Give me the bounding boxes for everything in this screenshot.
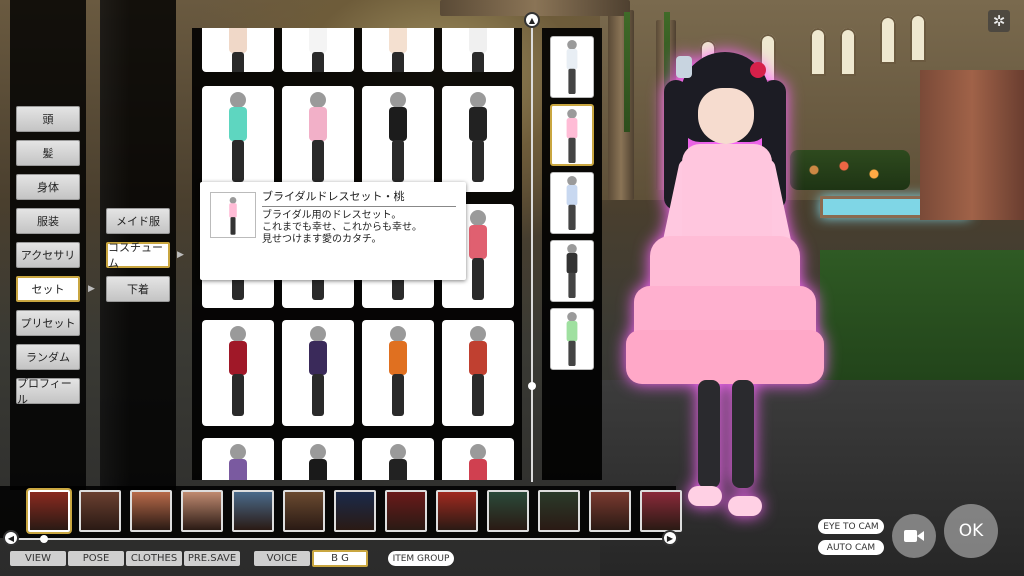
background-thumbnail[interactable] bbox=[130, 490, 172, 532]
background-thumbnail[interactable] bbox=[283, 490, 325, 532]
subcategory-arrow-icon: ▶ bbox=[177, 250, 184, 260]
bg-scrollbar-thumb[interactable] bbox=[40, 535, 48, 543]
item-tooltip: ブライダルドレスセット・桃 ブライダル用のドレスセット。 これまでも幸せ、これか… bbox=[200, 182, 466, 280]
costume-item[interactable] bbox=[282, 438, 354, 480]
grid-scrollbar-thumb[interactable] bbox=[528, 382, 536, 390]
costume-item[interactable] bbox=[442, 320, 514, 426]
grid-scrollbar-track[interactable] bbox=[531, 22, 533, 482]
costume-item[interactable] bbox=[362, 28, 434, 72]
tooltip-line: これまでも幸せ、これからも幸せ。 bbox=[262, 222, 422, 233]
tab-voice[interactable]: VOICE bbox=[254, 551, 310, 566]
costume-item[interactable] bbox=[202, 438, 274, 480]
tooltip-description: ブライダル用のドレスセット。 これまでも幸せ、これからも幸せ。 見せつけます愛の… bbox=[262, 210, 462, 246]
background-thumbnail[interactable] bbox=[487, 490, 529, 532]
color-variant[interactable] bbox=[550, 104, 594, 166]
auto-cam-button[interactable]: AUTO CAM bbox=[818, 540, 884, 555]
chevron-up-icon[interactable]: ▲ bbox=[524, 12, 540, 28]
costume-item[interactable] bbox=[202, 28, 274, 72]
tooltip-thumbnail bbox=[210, 192, 256, 238]
character-leg-left bbox=[698, 380, 720, 488]
dress-skirt-tier bbox=[626, 330, 824, 384]
color-variant[interactable] bbox=[550, 240, 594, 302]
eye-to-cam-button[interactable]: EYE TO CAM bbox=[818, 519, 884, 534]
category-button[interactable]: 身体 bbox=[16, 174, 80, 200]
ok-button[interactable]: OK bbox=[944, 504, 998, 558]
color-variant-list[interactable] bbox=[542, 28, 602, 480]
category-button[interactable]: セット bbox=[16, 276, 80, 302]
costume-item[interactable] bbox=[362, 320, 434, 426]
background-thumbnail[interactable] bbox=[28, 490, 70, 532]
category-button[interactable]: ランダム bbox=[16, 344, 80, 370]
character-shoe-right bbox=[728, 496, 762, 516]
background-thumbnail[interactable] bbox=[232, 490, 274, 532]
arched-window bbox=[910, 14, 926, 62]
background-thumbnail[interactable] bbox=[334, 490, 376, 532]
character-model[interactable] bbox=[620, 40, 824, 520]
color-variant[interactable] bbox=[550, 308, 594, 370]
arched-window bbox=[840, 28, 856, 76]
category-button[interactable]: アクセサリ bbox=[16, 242, 80, 268]
tab-pose[interactable]: POSE bbox=[68, 551, 124, 566]
background-thumbnail[interactable] bbox=[385, 490, 427, 532]
tab-pre-save[interactable]: PRE.SAVE bbox=[184, 551, 240, 566]
tab-clothes[interactable]: CLOTHES bbox=[126, 551, 182, 566]
hair-ribbon bbox=[676, 56, 692, 78]
category-button[interactable]: プロフィール bbox=[16, 377, 80, 406]
subcategory-button[interactable]: 下着 bbox=[106, 276, 170, 302]
costume-item[interactable] bbox=[282, 28, 354, 72]
fountain-wall bbox=[920, 70, 1024, 220]
color-variant[interactable] bbox=[550, 36, 594, 98]
bg-scrollbar-track[interactable] bbox=[10, 538, 670, 540]
tooltip-line: ブライダル用のドレスセット。 bbox=[262, 210, 402, 221]
chevron-left-icon[interactable]: ◀ bbox=[3, 530, 19, 546]
tooltip-title: ブライダルドレスセット・桃 bbox=[262, 190, 405, 203]
background-thumbnail[interactable] bbox=[181, 490, 223, 532]
background-thumbnail[interactable] bbox=[538, 490, 580, 532]
costume-item[interactable] bbox=[442, 28, 514, 72]
character-shoe-left bbox=[688, 486, 722, 506]
character-face bbox=[698, 88, 754, 144]
category-button[interactable]: 髪 bbox=[16, 140, 80, 166]
hair-rose bbox=[750, 62, 766, 78]
chevron-right-icon[interactable]: ▶ bbox=[662, 530, 678, 546]
background-thumbnail[interactable] bbox=[640, 490, 682, 532]
category-button[interactable]: プリセット bbox=[16, 310, 80, 336]
subcategory-button[interactable]: メイド服 bbox=[106, 208, 170, 234]
tab-bg[interactable]: B G bbox=[312, 550, 368, 567]
tooltip-divider bbox=[262, 206, 456, 207]
costume-item[interactable] bbox=[442, 438, 514, 480]
background-thumbnail[interactable] bbox=[79, 490, 121, 532]
costume-item[interactable] bbox=[282, 320, 354, 426]
gear-icon[interactable]: ✲ bbox=[988, 10, 1010, 32]
category-button[interactable]: 頭 bbox=[16, 106, 80, 132]
category-arrow-icon: ▶ bbox=[88, 284, 95, 294]
costume-item[interactable] bbox=[282, 86, 354, 192]
costume-item[interactable] bbox=[362, 86, 434, 192]
color-variant[interactable] bbox=[550, 172, 594, 234]
costume-item[interactable] bbox=[202, 86, 274, 192]
category-button[interactable]: 服装 bbox=[16, 208, 80, 234]
video-camera-icon[interactable] bbox=[892, 514, 936, 558]
character-leg-right bbox=[732, 380, 754, 488]
tab-view[interactable]: VIEW bbox=[10, 551, 66, 566]
tooltip-line: 見せつけます愛のカタチ。 bbox=[262, 234, 382, 245]
costume-item[interactable] bbox=[202, 320, 274, 426]
background-thumbnail[interactable] bbox=[436, 490, 478, 532]
costume-item[interactable] bbox=[442, 86, 514, 192]
costume-item[interactable] bbox=[362, 438, 434, 480]
arched-window bbox=[880, 16, 896, 64]
background-thumbnail[interactable] bbox=[589, 490, 631, 532]
item-group-button[interactable]: ITEM GROUP bbox=[388, 551, 454, 566]
subcategory-button[interactable]: コスチューム bbox=[106, 241, 170, 270]
